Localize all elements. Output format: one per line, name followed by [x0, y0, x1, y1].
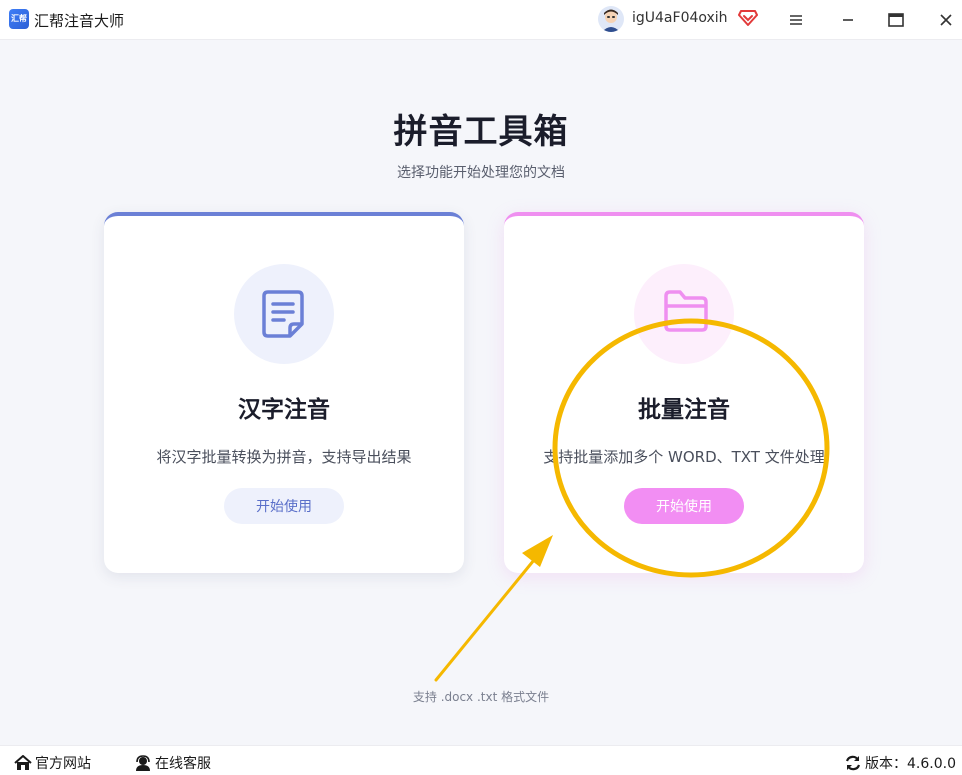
card-description: 支持批量添加多个 WORD、TXT 文件处理 — [543, 448, 825, 466]
version-label: 版本：4.6.0.0 — [865, 756, 956, 772]
card-title: 汉字注音 — [238, 397, 330, 423]
user-avatar[interactable] — [598, 6, 624, 32]
card-title: 批量注音 — [638, 397, 730, 423]
card-batch-annotation[interactable]: 批量注音 支持批量添加多个 WORD、TXT 文件处理 开始使用 — [504, 212, 864, 573]
page-subtitle: 选择功能开始处理您的文档 — [397, 165, 565, 181]
username[interactable]: igU4aF04oxih — [632, 10, 728, 26]
status-bar: 官方网站 在线客服 版本：4.6.0.0 — [0, 745, 962, 775]
avatar-icon — [598, 6, 624, 32]
folder-icon — [664, 290, 708, 332]
refresh-icon — [845, 755, 861, 771]
official-site-label: 官方网站 — [35, 756, 91, 772]
app-title: 汇帮注音大师 — [34, 12, 125, 30]
online-service-link[interactable]: 在线客服 — [134, 753, 211, 773]
title-bar: 汇帮 汇帮注音大师 igU4aF04oxih — [0, 0, 962, 40]
online-service-label: 在线客服 — [155, 756, 211, 772]
close-icon[interactable] — [934, 8, 958, 32]
supported-formats-note: 支持 .docx .txt 格式文件 — [412, 690, 550, 704]
arrow-line — [434, 558, 536, 682]
official-site-link[interactable]: 官方网站 — [14, 753, 91, 773]
minimize-icon[interactable] — [836, 8, 860, 32]
start-button[interactable]: 开始使用 — [224, 488, 344, 524]
app-logo: 汇帮 — [9, 9, 29, 29]
card-description: 将汉字批量转换为拼音，支持导出结果 — [156, 448, 412, 466]
headset-icon — [136, 755, 150, 771]
page-title: 拼音工具箱 — [393, 112, 569, 152]
menu-icon[interactable] — [784, 8, 808, 32]
card-hanzi-annotation[interactable]: 汉字注音 将汉字批量转换为拼音，支持导出结果 开始使用 — [104, 212, 464, 573]
card-icon-circle — [234, 264, 334, 364]
card-icon-circle — [634, 264, 734, 364]
version-info[interactable]: 版本：4.6.0.0 — [844, 753, 956, 773]
home-icon — [14, 755, 32, 770]
vip-diamond-icon[interactable] — [738, 9, 758, 27]
start-button[interactable]: 开始使用 — [624, 488, 744, 524]
document-icon — [262, 290, 304, 338]
maximize-icon[interactable] — [884, 8, 908, 32]
